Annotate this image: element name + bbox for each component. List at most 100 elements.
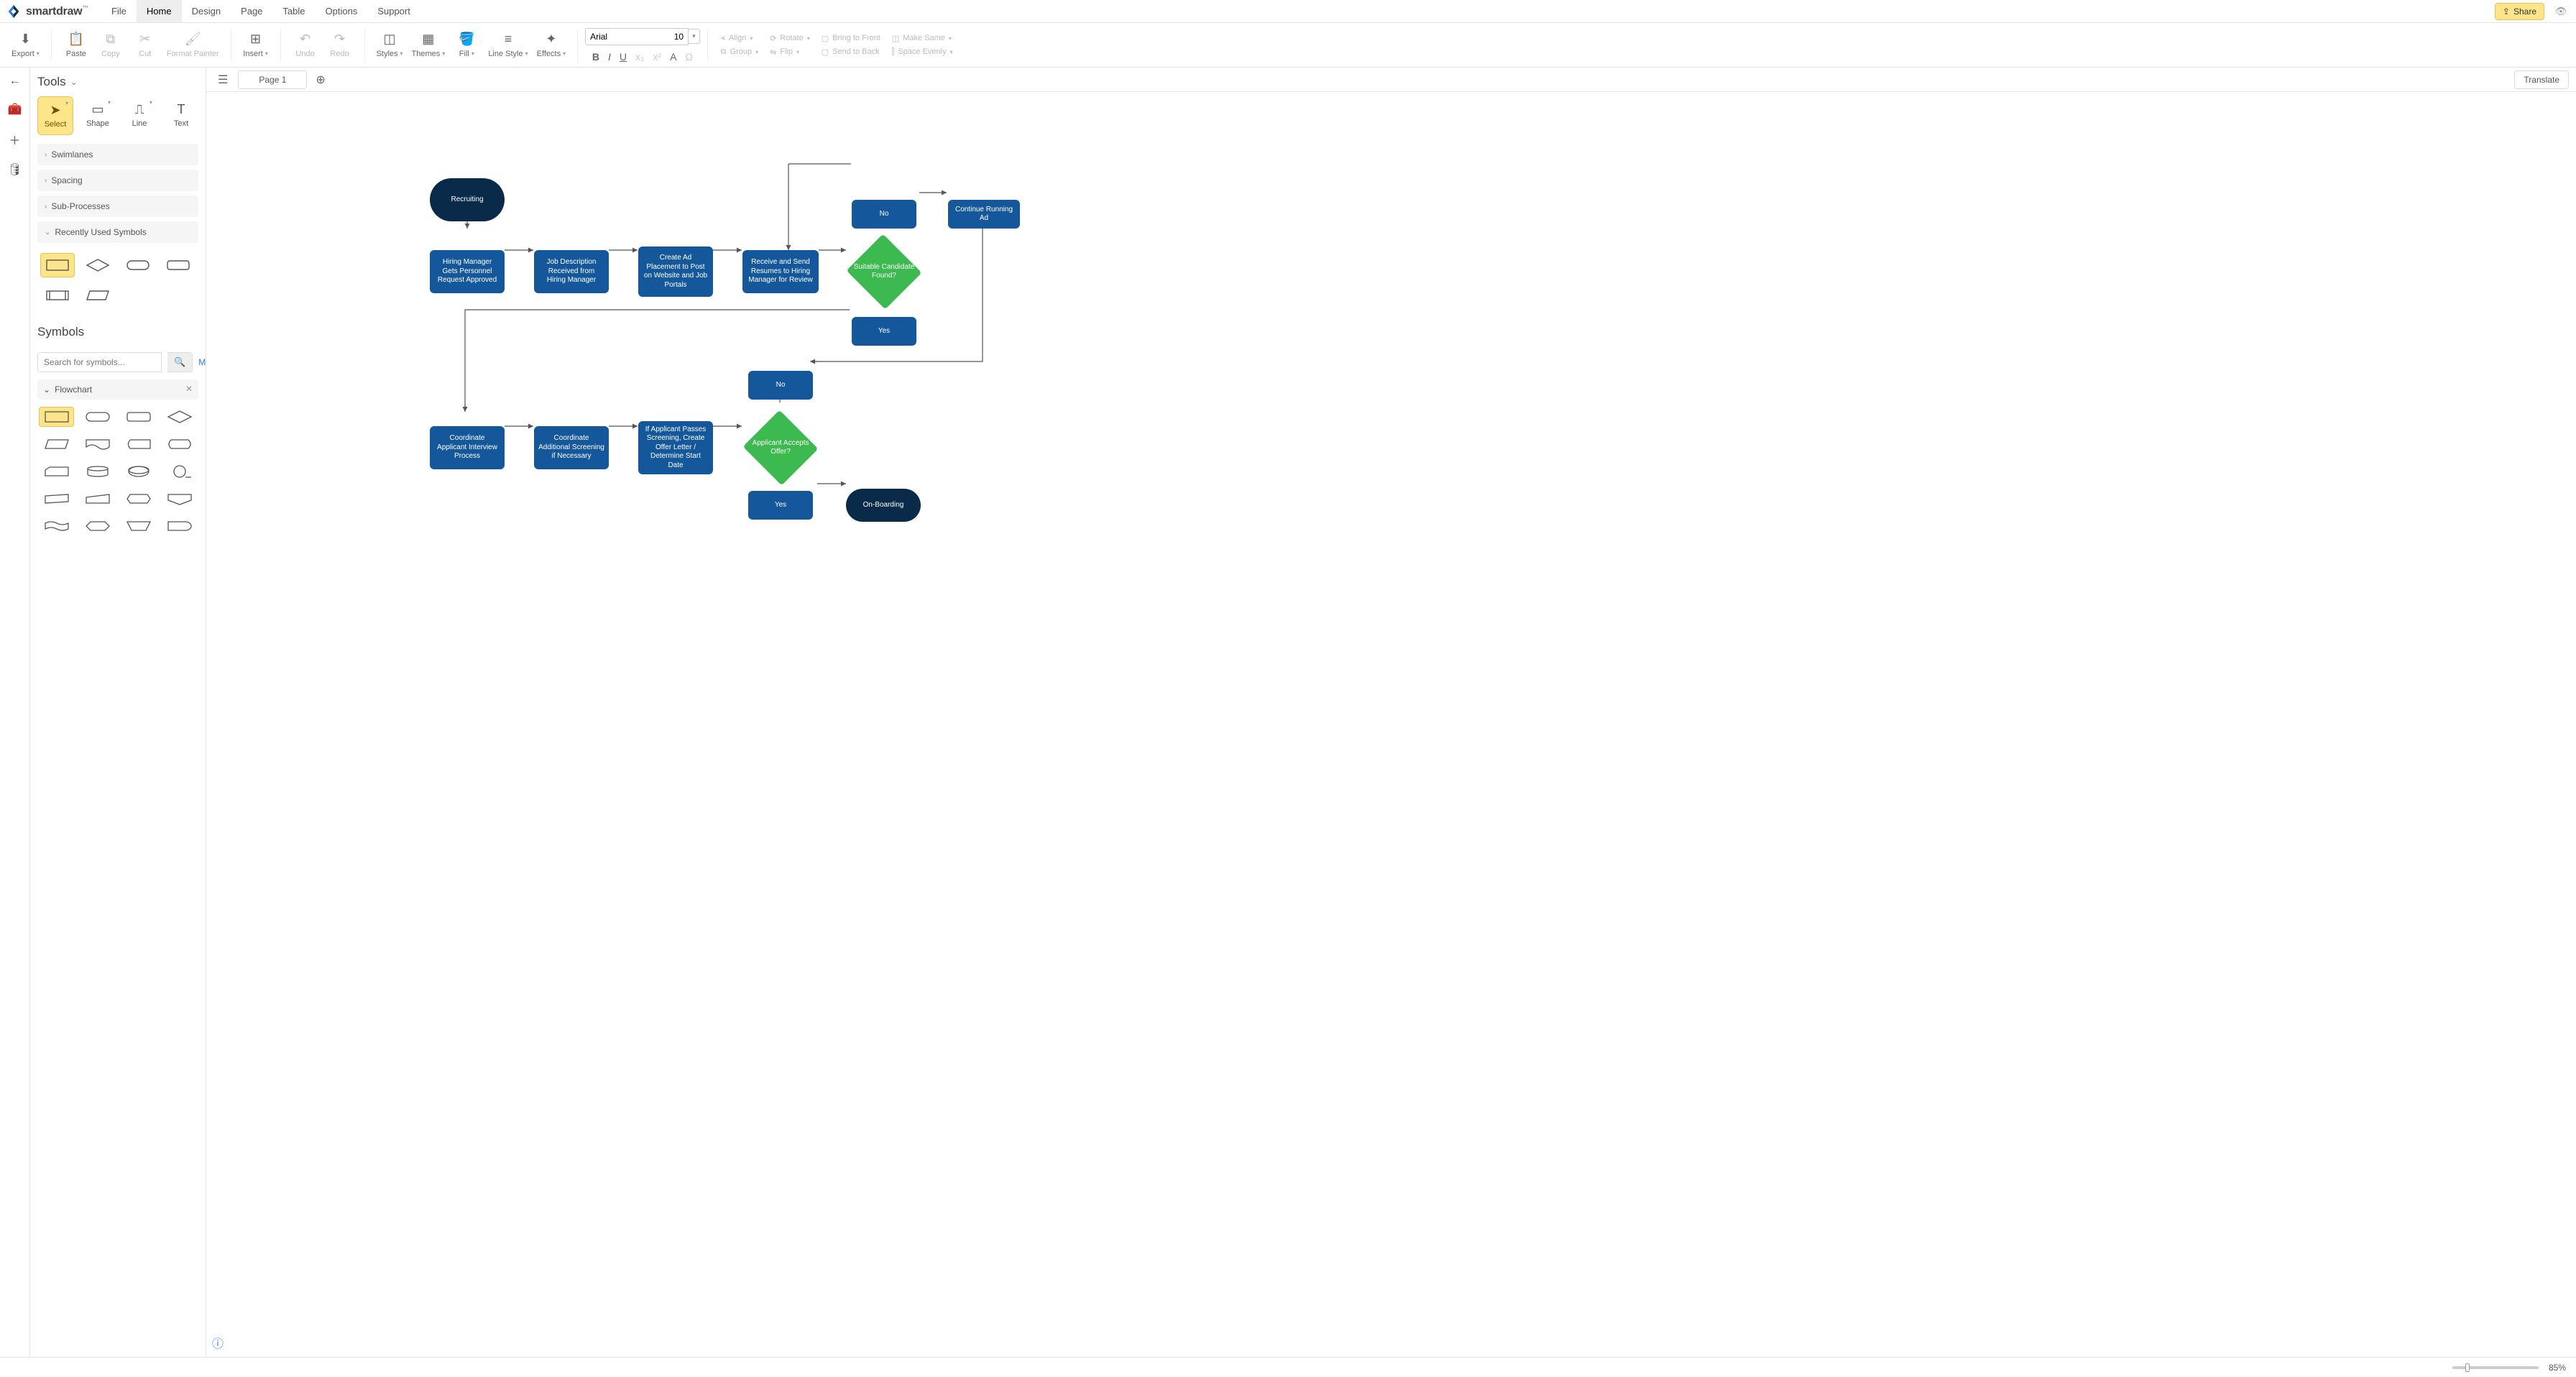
recent-shape-rounded[interactable] (161, 253, 196, 277)
sym-stored-data[interactable] (121, 434, 156, 454)
rail-data-button[interactable]: 🛢 (7, 162, 22, 177)
rail-add-button[interactable]: ＋ (9, 131, 20, 148)
paste-button[interactable]: 📋Paste (59, 29, 93, 61)
recent-shape-parallelogram[interactable] (80, 283, 115, 308)
recent-shape-terminal[interactable] (121, 253, 155, 277)
sym-decision[interactable] (162, 407, 197, 427)
line-style-button[interactable]: ≡Line Style▾ (484, 29, 532, 61)
menu-home[interactable]: Home (137, 0, 182, 22)
add-page-button[interactable]: ⊕ (313, 73, 328, 87)
cut-button[interactable]: ✂Cut (128, 29, 162, 61)
menu-file[interactable]: File (101, 0, 137, 22)
node-yes-1[interactable]: Yes (852, 317, 916, 346)
node-recruiting[interactable]: Recruiting (430, 178, 505, 221)
italic-button[interactable]: I (608, 51, 611, 63)
accordion-swimlanes[interactable]: ›Swimlanes (37, 144, 198, 165)
sym-card[interactable] (39, 461, 74, 482)
redo-button[interactable]: ↷Redo (323, 29, 357, 61)
underline-button[interactable]: U (620, 51, 627, 63)
accordion-recent-symbols[interactable]: ⌄Recently Used Symbols (37, 221, 198, 243)
sym-tape[interactable] (39, 489, 74, 509)
tool-shape[interactable]: ▾▭Shape (80, 96, 115, 135)
bold-button[interactable]: B (592, 51, 599, 63)
themes-button[interactable]: ▦Themes▾ (408, 29, 450, 61)
zoom-slider[interactable] (2452, 1366, 2539, 1369)
recent-shape-subprocess[interactable] (40, 283, 75, 308)
recent-shape-rect[interactable] (40, 253, 75, 277)
font-size-caret[interactable]: ▾ (689, 29, 700, 44)
export-button[interactable]: ⬇ Export▾ (7, 29, 44, 61)
sym-terminal[interactable] (80, 407, 115, 427)
subscript-button[interactable]: x₂ (635, 51, 644, 63)
rail-back-button[interactable]: ← (9, 75, 21, 88)
sym-wavy[interactable] (39, 516, 74, 536)
node-yes-2[interactable]: Yes (748, 491, 813, 520)
omega-button[interactable]: Ω (685, 51, 692, 63)
font-color-button[interactable]: A (670, 51, 676, 63)
node-no-1[interactable]: No (852, 200, 916, 229)
node-coord-screening[interactable]: Coordinate Additional Screening if Neces… (534, 426, 609, 469)
tool-select[interactable]: ▾➤Select (37, 96, 73, 135)
symbol-search-button[interactable]: 🔍 (167, 352, 193, 372)
node-no-2[interactable]: No (748, 371, 813, 400)
tool-line[interactable]: ▾⎍Line (122, 96, 157, 135)
sym-manual-op[interactable] (121, 516, 156, 536)
node-receive-resumes[interactable]: Receive and Send Resumes to Hiring Manag… (742, 250, 819, 293)
space-evenly-button[interactable]: ⫿Space Evenly▾ (889, 47, 956, 57)
sym-disk[interactable] (121, 461, 156, 482)
styles-button[interactable]: ◫Styles▾ (372, 29, 408, 61)
node-accepts-offer[interactable]: Applicant Accepts Offer? (742, 412, 819, 484)
group-button[interactable]: ⧉Group▾ (718, 47, 761, 57)
symbol-search-input[interactable] (37, 352, 162, 372)
tool-text[interactable]: TText (164, 96, 198, 135)
sym-manual-input[interactable] (80, 489, 115, 509)
superscript-button[interactable]: x² (653, 51, 661, 63)
copy-button[interactable]: ⧉Copy (93, 29, 128, 61)
sym-process[interactable] (39, 407, 74, 427)
sym-offpage[interactable] (162, 489, 197, 509)
font-size-input[interactable] (664, 28, 689, 45)
insert-button[interactable]: ⊞Insert▾ (239, 29, 273, 61)
sym-connector[interactable] (162, 461, 197, 482)
zoom-thumb[interactable] (2465, 1363, 2470, 1372)
menu-options[interactable]: Options (316, 0, 368, 22)
chevron-down-icon[interactable]: ⌄ (70, 77, 78, 87)
canvas[interactable]: Recruiting Hiring Manager Gets Personnel… (206, 92, 2576, 1357)
accordion-subprocesses[interactable]: ›Sub-Processes (37, 195, 198, 217)
sym-database[interactable] (80, 461, 115, 482)
sym-display[interactable] (162, 434, 197, 454)
rail-toolbox-button[interactable]: 🧰 (8, 102, 22, 116)
node-coord-interview[interactable]: Coordinate Applicant Interview Process (430, 426, 505, 469)
symbols-more-link[interactable]: More⊕ (198, 357, 206, 367)
font-name-input[interactable] (585, 28, 664, 45)
node-hiring-approved[interactable]: Hiring Manager Gets Personnel Request Ap… (430, 250, 505, 293)
menu-page[interactable]: Page (231, 0, 272, 22)
node-suitable-found[interactable]: Suitable Candidate Found? (846, 236, 922, 308)
accordion-spacing[interactable]: ›Spacing (37, 170, 198, 191)
undo-button[interactable]: ↶Undo (288, 29, 323, 61)
close-icon[interactable]: ✕ (185, 384, 193, 394)
menu-design[interactable]: Design (182, 0, 231, 22)
node-onboarding[interactable]: On-Boarding (846, 489, 921, 522)
format-painter-button[interactable]: 🖌Format Painter (162, 29, 224, 61)
sym-delay[interactable] (162, 516, 197, 536)
menu-support[interactable]: Support (367, 0, 420, 22)
page-tab-1[interactable]: Page 1 (238, 70, 307, 89)
sym-preparation[interactable] (121, 489, 156, 509)
sym-document[interactable] (80, 434, 115, 454)
recent-shape-diamond[interactable] (80, 253, 115, 277)
bring-to-front-button[interactable]: ▢Bring to Front (819, 33, 883, 44)
node-job-desc[interactable]: Job Description Received from Hiring Man… (534, 250, 609, 293)
make-same-button[interactable]: ◫Make Same▾ (889, 33, 956, 44)
node-offer-letter[interactable]: If Applicant Passes Screening, Create Of… (638, 421, 713, 474)
preview-button[interactable]: 👁 (2552, 4, 2570, 19)
sym-rounded[interactable] (121, 407, 156, 427)
sym-data[interactable] (39, 434, 74, 454)
send-to-back-button[interactable]: ▢Send to Back (819, 47, 883, 57)
align-button[interactable]: ⫷Align▾ (718, 33, 761, 44)
share-button[interactable]: ⇪ Share (2495, 3, 2544, 20)
fill-button[interactable]: 🪣Fill▾ (449, 29, 484, 61)
menu-table[interactable]: Table (272, 0, 315, 22)
rotate-button[interactable]: ⟳Rotate▾ (767, 33, 813, 44)
outline-button[interactable]: ☰ (213, 73, 232, 87)
